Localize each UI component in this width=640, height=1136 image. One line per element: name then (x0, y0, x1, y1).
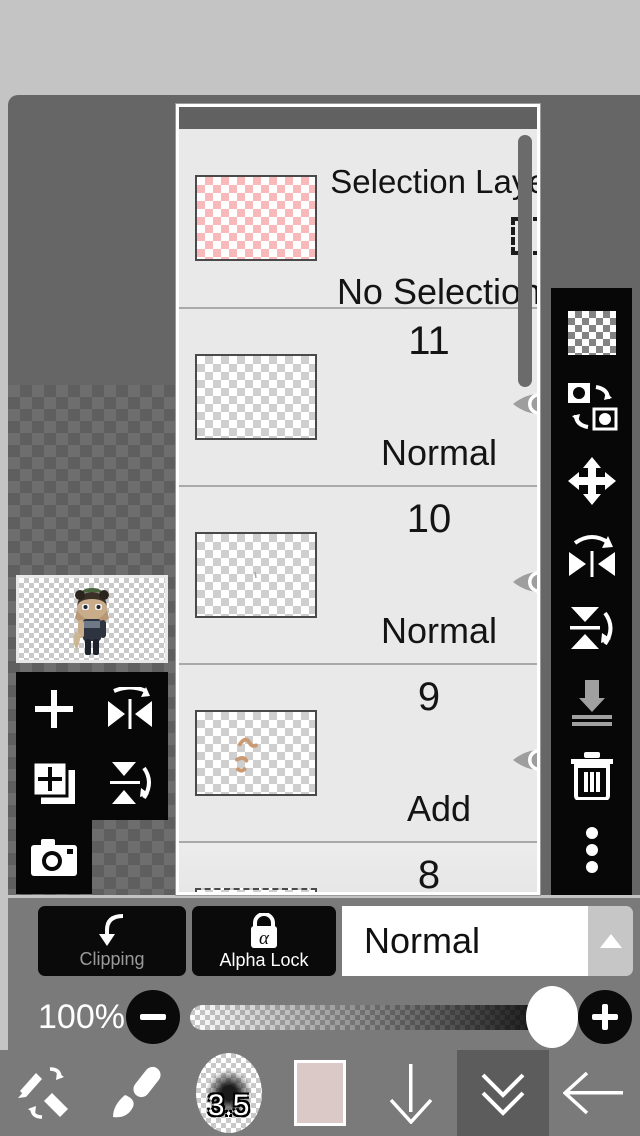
transparency-button[interactable] (561, 302, 623, 364)
selection-layer-title: Selection Layer (330, 163, 537, 200)
flip-vertical-icon (110, 762, 151, 804)
layer-number: 11 (408, 319, 450, 363)
plus-icon (592, 1004, 618, 1030)
clipping-arrow-icon (99, 914, 124, 946)
arrow-down-icon (390, 1064, 433, 1124)
download-button[interactable] (366, 1050, 457, 1136)
layer-thumbnail[interactable] (195, 354, 317, 440)
layers-panel: Selection Layer No Selection 11 100% Nor… (176, 104, 540, 895)
back-button[interactable] (549, 1050, 640, 1136)
blend-mode-select[interactable]: Normal (342, 906, 588, 976)
bottom-toolbar: 3.5 (0, 1050, 640, 1136)
camera-button[interactable] (16, 820, 92, 894)
flip-vertical-button[interactable] (92, 746, 168, 820)
rotate-flip-h-button[interactable] (561, 524, 623, 586)
flip-horizontal-button[interactable] (92, 672, 168, 746)
layers-scrollbar[interactable] (518, 129, 535, 892)
layer-number: 10 (406, 497, 452, 541)
selection-layer-row[interactable]: Selection Layer No Selection (179, 129, 537, 312)
layer-options-row: Clipping α Alpha Lock Normal (8, 898, 640, 984)
brush-tool-button[interactable] (91, 1050, 182, 1136)
more-options-button[interactable] (561, 819, 623, 881)
trash-icon (570, 752, 613, 801)
arrow-left-icon (563, 1071, 624, 1115)
swap-layers-button[interactable] (561, 376, 623, 438)
layer-row[interactable]: 11 100% Normal (179, 309, 537, 487)
rotate-flip-h-icon (568, 534, 615, 577)
chevron-up-icon (599, 934, 622, 948)
layer-number: 8 (417, 853, 441, 895)
duplicate-layer-icon (31, 760, 75, 804)
flip-horizontal-icon (108, 687, 152, 729)
selection-layer-thumbnail[interactable] (195, 175, 317, 261)
swap-layers-icon (567, 382, 617, 431)
layer-row[interactable]: 10 100% Normal (179, 487, 537, 665)
opacity-slider-track[interactable] (190, 1005, 578, 1030)
camera-icon (31, 839, 77, 876)
brush-size-value: 3.5 (207, 1089, 250, 1122)
layers-scrollbar-thumb[interactable] (518, 135, 532, 387)
layer-blend-mode: Add (406, 788, 472, 829)
blend-mode-expand-button[interactable] (588, 906, 633, 976)
more-vertical-icon (585, 827, 598, 874)
collapse-panel-button[interactable] (457, 1050, 549, 1136)
layer-thumbnail[interactable] (195, 710, 317, 796)
opacity-decrease-button[interactable] (126, 990, 180, 1044)
merge-down-button[interactable] (561, 671, 623, 733)
opacity-increase-button[interactable] (578, 990, 632, 1044)
plus-icon (35, 690, 73, 728)
layer-row[interactable]: 8 100% Normal (179, 843, 537, 895)
layer-thumbnail-content (254, 572, 257, 578)
color-swatch-button[interactable] (274, 1050, 365, 1136)
alpha-lock-label: Alpha Lock (219, 950, 309, 970)
layer-number: 9 (417, 675, 441, 719)
brush-eraser-swap-icon (17, 1067, 68, 1119)
move-arrows-icon (567, 456, 616, 505)
opacity-gradient (190, 1005, 578, 1030)
layer-thumbnail-content (235, 737, 258, 773)
layers-list[interactable]: Selection Layer No Selection 11 100% Nor… (179, 129, 537, 895)
opacity-row: 100% (8, 984, 640, 1050)
svg-text:α: α (259, 928, 270, 949)
move-button[interactable] (561, 450, 623, 512)
selection-status-label: No Selection (336, 271, 537, 312)
character-sprite (73, 588, 109, 655)
merge-down-icon (571, 680, 612, 727)
rotate-flip-v-icon (569, 607, 612, 650)
duplicate-layer-button[interactable] (16, 746, 92, 820)
color-swatch-icon (293, 1060, 346, 1126)
checkerboard-icon (567, 310, 616, 355)
brush-size-button[interactable]: 3.5 (183, 1050, 274, 1136)
brush-size-icon: 3.5 (195, 1053, 262, 1133)
layer-row[interactable]: 9 100% Add (179, 665, 537, 843)
opacity-value-label: 100% (38, 998, 125, 1036)
layer-thumbnail[interactable] (195, 888, 317, 892)
add-layer-button[interactable] (16, 672, 92, 746)
layer-blend-mode: Normal (380, 432, 497, 473)
layer-thumbnail[interactable] (195, 532, 317, 618)
clipping-label: Clipping (79, 949, 145, 969)
brush-icon (113, 1066, 161, 1118)
right-toolbar (551, 288, 632, 895)
chevron-double-down-icon (481, 1073, 525, 1116)
delete-layer-button[interactable] (561, 745, 623, 807)
alpha-lock-icon: α (251, 913, 277, 949)
clipping-button[interactable]: Clipping (38, 906, 186, 976)
opacity-slider-knob[interactable] (526, 986, 578, 1048)
layers-panel-header (179, 107, 537, 129)
canvas-thumbnail[interactable] (16, 575, 168, 663)
rotate-flip-v-button[interactable] (561, 597, 623, 659)
alpha-lock-button[interactable]: α Alpha Lock (192, 906, 336, 976)
layer-blend-mode: Normal (380, 610, 497, 651)
minus-icon (140, 1014, 166, 1020)
brush-eraser-swap-button[interactable] (0, 1050, 91, 1136)
blend-mode-value: Normal (364, 920, 481, 961)
